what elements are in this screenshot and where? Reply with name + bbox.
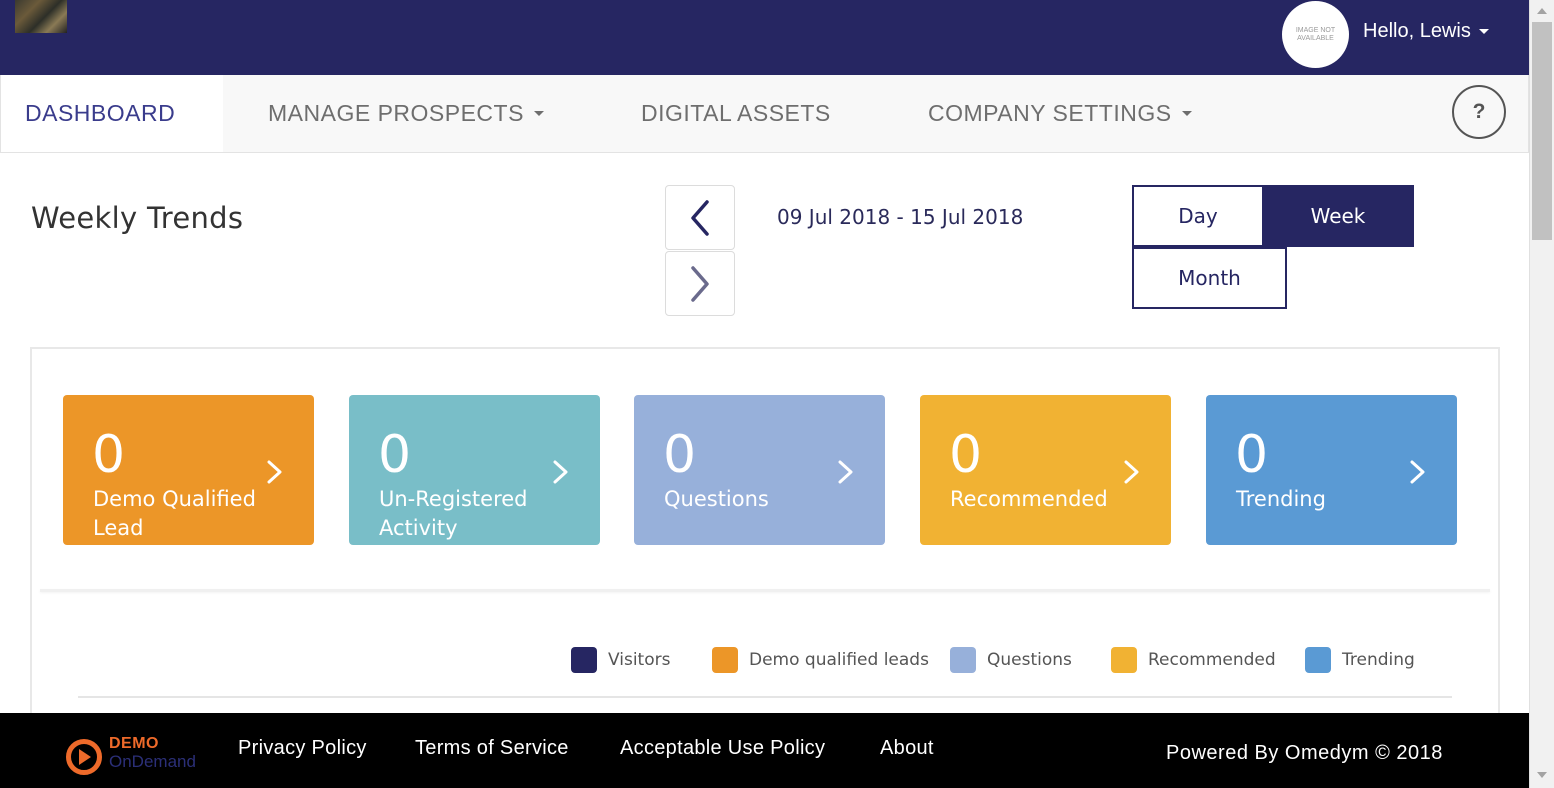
chevron-down-icon xyxy=(1478,29,1489,34)
legend-swatch xyxy=(712,647,738,673)
help-button[interactable]: ? xyxy=(1452,85,1506,139)
card-count: 0 xyxy=(378,425,412,485)
legend-item-visitors[interactable]: Visitors xyxy=(571,647,670,673)
trends-panel: 0 Demo Qualified Lead 0 Un-Registered Ac… xyxy=(30,347,1500,727)
nav-item-label: COMPANY SETTINGS xyxy=(928,100,1172,126)
nav-item-company-settings[interactable]: COMPANY SETTINGS xyxy=(928,100,1192,127)
page-title: Weekly Trends xyxy=(31,201,244,235)
user-menu-toggle[interactable]: Hello, Lewis xyxy=(1363,20,1489,43)
legend-item-demo-qualified-leads[interactable]: Demo qualified leads xyxy=(712,647,929,673)
chart-axis-line xyxy=(78,696,1452,698)
play-icon xyxy=(79,749,91,765)
period-month-button[interactable]: Month xyxy=(1132,247,1287,309)
avatar-placeholder-text: IMAGE NOT AVAILABLE xyxy=(1295,26,1336,42)
card-label: Un-Registered Activity xyxy=(379,487,528,540)
footer-link-acceptable-use-policy[interactable]: Acceptable Use Policy xyxy=(620,737,825,760)
nav-item-label: DIGITAL ASSETS xyxy=(641,100,831,126)
footer-link-about[interactable]: About xyxy=(880,737,934,760)
panel-divider xyxy=(40,589,1490,592)
card-questions[interactable]: 0 Questions xyxy=(634,395,885,545)
scrollbar-thumb[interactable] xyxy=(1532,22,1552,240)
chevron-down-icon xyxy=(1181,111,1192,116)
legend-label: Demo qualified leads xyxy=(749,650,929,670)
legend-label: Questions xyxy=(987,650,1072,670)
legend-item-recommended[interactable]: Recommended xyxy=(1111,647,1276,673)
chevron-left-icon xyxy=(691,199,709,236)
next-week-button[interactable] xyxy=(665,251,735,316)
previous-week-button[interactable] xyxy=(665,185,735,250)
footer-link-privacy-policy[interactable]: Privacy Policy xyxy=(238,737,367,760)
chevron-right-icon xyxy=(267,460,282,484)
card-count: 0 xyxy=(949,425,983,485)
main-nav: DASHBOARD MANAGE PROSPECTS DIGITAL ASSET… xyxy=(0,75,1529,153)
top-bar: IMAGE NOT AVAILABLE Hello, Lewis xyxy=(0,0,1529,75)
vertical-scrollbar[interactable] xyxy=(1529,0,1554,788)
period-week-label: Week xyxy=(1310,204,1366,228)
scroll-up-arrow-icon[interactable] xyxy=(1537,8,1547,14)
legend-label: Visitors xyxy=(608,650,671,670)
card-label: Recommended xyxy=(950,487,1108,511)
chevron-right-icon xyxy=(553,460,568,484)
card-count: 0 xyxy=(663,425,697,485)
period-week-button[interactable]: Week xyxy=(1262,185,1414,247)
company-logo-image[interactable] xyxy=(15,0,67,33)
chevron-down-icon xyxy=(533,111,544,116)
card-count: 0 xyxy=(92,425,126,485)
help-icon: ? xyxy=(1472,100,1486,123)
demo-ondemand-logo[interactable]: DEMO OnDemand xyxy=(66,735,206,775)
footer: DEMO OnDemand Privacy Policy Terms of Se… xyxy=(0,713,1529,788)
legend-swatch xyxy=(1305,647,1331,673)
logo-text-demo: DEMO xyxy=(109,735,159,752)
user-avatar[interactable]: IMAGE NOT AVAILABLE xyxy=(1282,1,1349,68)
nav-item-digital-assets[interactable]: DIGITAL ASSETS xyxy=(641,100,831,127)
scroll-down-arrow-icon[interactable] xyxy=(1537,772,1547,778)
legend-swatch xyxy=(1111,647,1137,673)
card-label: Questions xyxy=(664,487,769,511)
period-day-label: Day xyxy=(1178,204,1218,228)
user-greeting: Hello, Lewis xyxy=(1363,20,1471,42)
legend-swatch xyxy=(950,647,976,673)
logo-text-ondemand: OnDemand xyxy=(109,752,196,771)
legend-item-questions[interactable]: Questions xyxy=(950,647,1072,673)
period-day-button[interactable]: Day xyxy=(1132,185,1264,247)
card-label: Trending xyxy=(1236,487,1326,511)
card-count: 0 xyxy=(1235,425,1269,485)
nav-item-label: MANAGE PROSPECTS xyxy=(268,100,524,126)
nav-item-label: DASHBOARD xyxy=(25,100,176,126)
powered-by-text: Powered By Omedym © 2018 xyxy=(1166,742,1443,764)
legend-item-trending[interactable]: Trending xyxy=(1305,647,1415,673)
card-trending[interactable]: 0 Trending xyxy=(1206,395,1457,545)
footer-link-terms-of-service[interactable]: Terms of Service xyxy=(415,737,569,760)
legend-swatch xyxy=(571,647,597,673)
card-label: Demo Qualified Lead xyxy=(93,487,256,540)
nav-item-dashboard[interactable]: DASHBOARD xyxy=(25,100,175,127)
legend-label: Trending xyxy=(1342,650,1415,670)
chevron-right-icon xyxy=(1124,460,1139,484)
legend-label: Recommended xyxy=(1148,650,1276,670)
chevron-right-icon xyxy=(838,460,853,484)
card-demo-qualified-lead[interactable]: 0 Demo Qualified Lead xyxy=(63,395,314,545)
chevron-right-icon xyxy=(691,265,709,302)
date-range: 09 Jul 2018 - 15 Jul 2018 xyxy=(777,205,1024,229)
period-month-label: Month xyxy=(1178,266,1241,290)
nav-item-manage-prospects[interactable]: MANAGE PROSPECTS xyxy=(268,100,544,127)
card-unregistered-activity[interactable]: 0 Un-Registered Activity xyxy=(349,395,600,545)
card-recommended[interactable]: 0 Recommended xyxy=(920,395,1171,545)
chevron-right-icon xyxy=(1410,460,1425,484)
